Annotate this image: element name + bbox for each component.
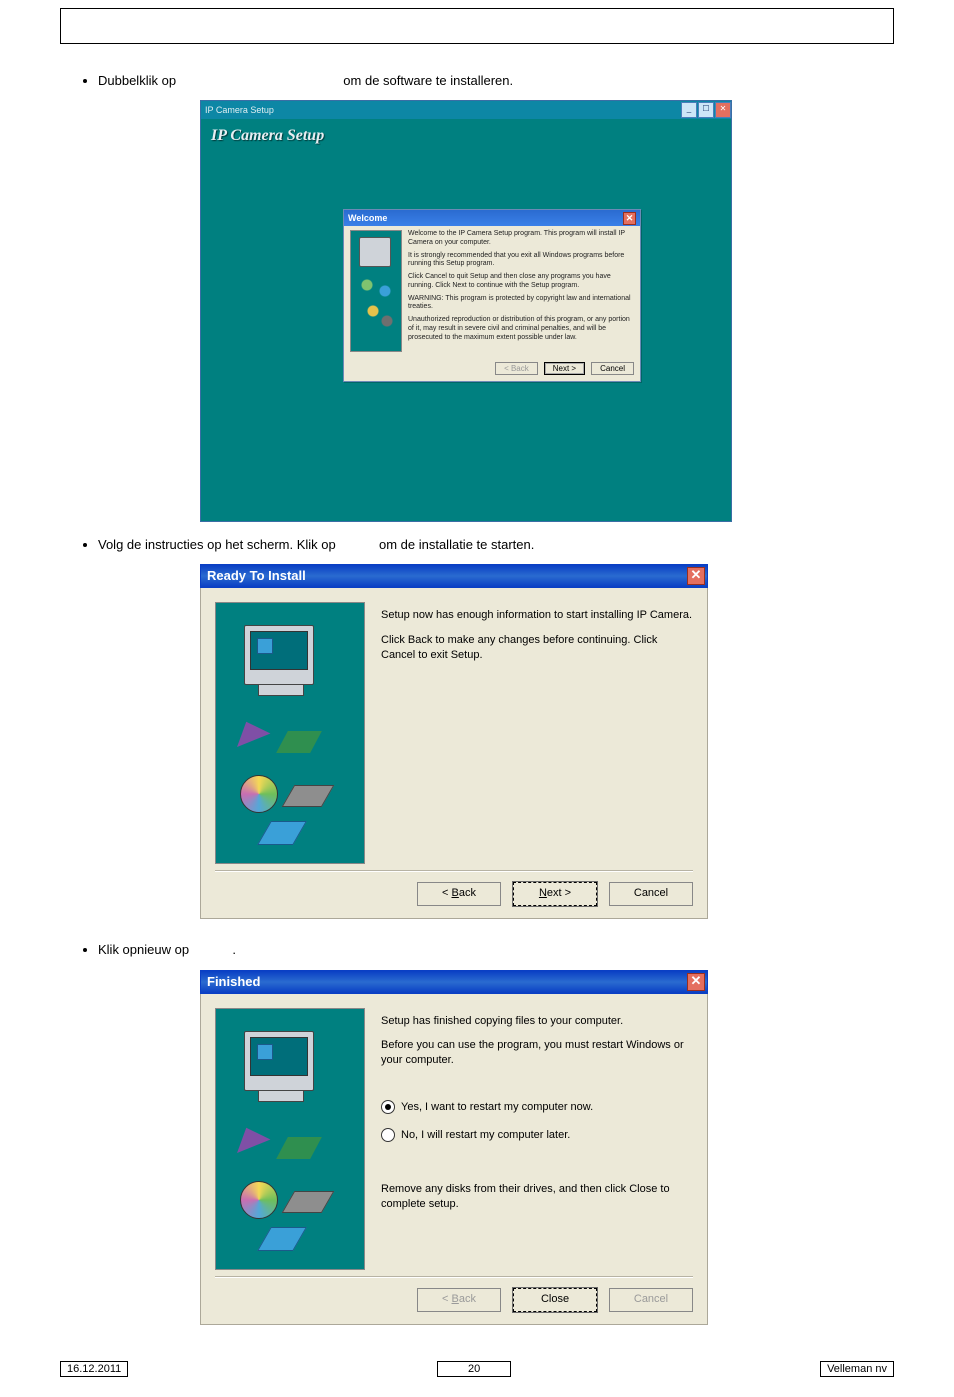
next-button[interactable]: Next >: [544, 362, 585, 375]
instruction-3: Klik opnieuw op .: [98, 941, 894, 959]
screenshot-setup-welcome: IP Camera Setup _ ☐ ✕ IP Camera Setup We…: [200, 100, 732, 522]
welcome-p5: Unauthorized reproduction or distributio…: [408, 316, 634, 342]
instr3-b: .: [232, 942, 236, 957]
welcome-p4: WARNING: This program is protected by co…: [408, 295, 634, 313]
radio-icon: [381, 1128, 395, 1142]
welcome-p1: Welcome to the IP Camera Setup program. …: [408, 230, 634, 248]
radio-no-label: No, I will restart my computer later.: [401, 1129, 570, 1141]
minimize-button[interactable]: _: [681, 102, 697, 118]
dialog-title: Finished: [207, 971, 260, 993]
instruction-1: Dubbelklik op om de software te installe…: [98, 72, 894, 90]
welcome-p3: Click Cancel to quit Setup and then clos…: [408, 273, 634, 291]
cancel-button[interactable]: Cancel: [609, 882, 693, 906]
footer-date: 16.12.2011: [60, 1361, 128, 1377]
dialog-text: Setup now has enough information to star…: [381, 602, 693, 864]
welcome-dialog-title: Welcome: [348, 210, 387, 226]
cancel-button: Cancel: [609, 1288, 693, 1312]
radio-icon: [381, 1100, 395, 1114]
instr2-b: om de installatie te starten.: [379, 537, 534, 552]
ready-p2: Click Back to make any changes before co…: [381, 633, 693, 663]
back-button[interactable]: < Back: [417, 882, 501, 906]
footer-company: Velleman nv: [820, 1361, 894, 1377]
dialog-title: Ready To Install: [207, 565, 306, 587]
welcome-p2: It is strongly recommended that you exit…: [408, 252, 634, 270]
radio-restart-later[interactable]: No, I will restart my computer later.: [381, 1128, 693, 1142]
screenshot-ready-to-install: Ready To Install ✕ Setup now has enough …: [200, 564, 708, 919]
instr2-a: Volg de instructies op het scherm. Klik …: [98, 537, 336, 552]
setup-window-titlebar: IP Camera Setup _ ☐ ✕: [201, 101, 731, 119]
screenshot-finished: Finished ✕ Setup has finished copying fi…: [200, 970, 708, 1325]
welcome-dialog: Welcome ✕ Welcome to the IP Camera Setup…: [343, 209, 641, 382]
instr1-a: Dubbelklik op: [98, 73, 176, 88]
maximize-button[interactable]: ☐: [698, 102, 714, 118]
fin-p1: Setup has finished copying files to your…: [381, 1014, 693, 1029]
footer-page: 20: [437, 1361, 511, 1377]
page-footer: 16.12.2011 20 Velleman nv: [0, 1361, 954, 1377]
radio-yes-label: Yes, I want to restart my computer now.: [401, 1101, 593, 1113]
setup-window-title: IP Camera Setup: [205, 105, 274, 115]
instruction-2: Volg de instructies op het scherm. Klik …: [98, 536, 894, 554]
back-button: < Back: [417, 1288, 501, 1312]
next-button[interactable]: Next >: [513, 882, 597, 906]
close-icon[interactable]: ✕: [687, 567, 705, 585]
fin-p3: Remove any disks from their drives, and …: [381, 1182, 693, 1212]
close-icon[interactable]: ✕: [623, 212, 636, 225]
document-header-box: [60, 8, 894, 44]
close-button[interactable]: ✕: [715, 102, 731, 118]
dialog-text: Setup has finished copying files to your…: [381, 1008, 693, 1270]
instr1-b: om de software te installeren.: [343, 73, 513, 88]
dialog-side-graphic: [215, 1008, 365, 1270]
close-icon[interactable]: ✕: [687, 973, 705, 991]
fin-p2: Before you can use the program, you must…: [381, 1038, 693, 1068]
cancel-button[interactable]: Cancel: [591, 362, 634, 375]
radio-restart-now[interactable]: Yes, I want to restart my computer now.: [381, 1100, 693, 1114]
instr3-a: Klik opnieuw op: [98, 942, 189, 957]
back-button: < Back: [495, 362, 538, 375]
welcome-side-graphic: [350, 230, 402, 352]
close-button[interactable]: Close: [513, 1288, 597, 1312]
ready-p1: Setup now has enough information to star…: [381, 608, 693, 623]
dialog-side-graphic: [215, 602, 365, 864]
setup-heading: IP Camera Setup: [211, 127, 721, 145]
welcome-text: Welcome to the IP Camera Setup program. …: [408, 230, 634, 352]
